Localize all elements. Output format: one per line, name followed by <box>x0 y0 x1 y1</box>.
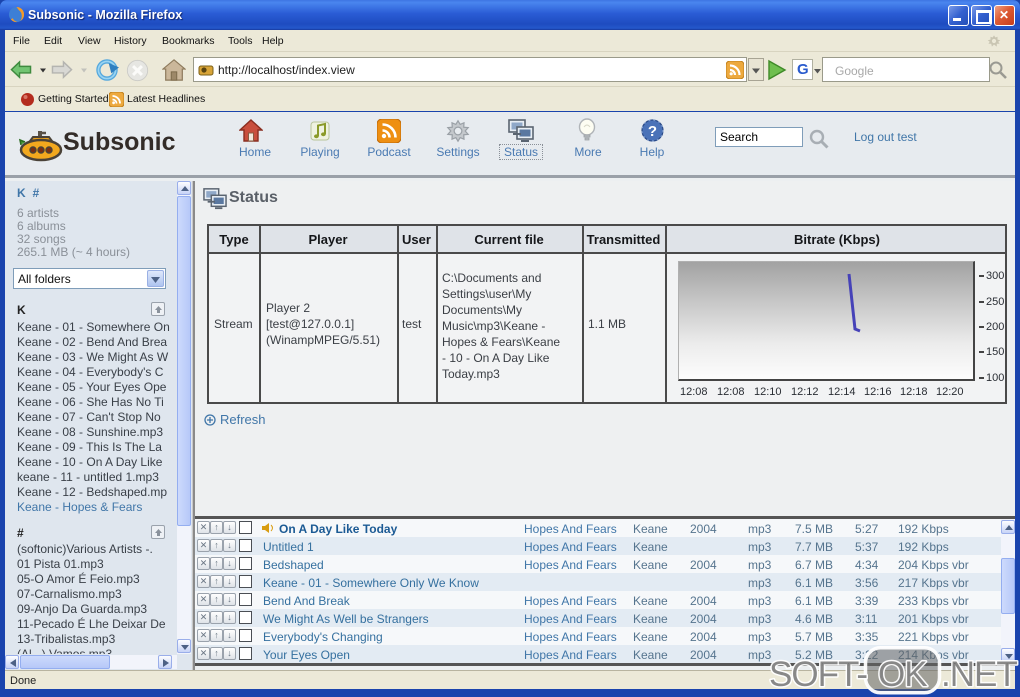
svg-text:SOFT-: SOFT- <box>769 655 867 694</box>
svg-text:.NET: .NET <box>941 655 1017 694</box>
svg-text:?: ? <box>648 123 657 140</box>
svg-text:OK: OK <box>878 655 927 694</box>
